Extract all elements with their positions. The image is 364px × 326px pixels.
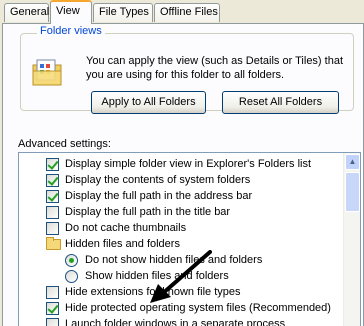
folder-views-title: Folder views (37, 25, 105, 37)
annotation-arrow-icon (150, 250, 212, 303)
tab-offline-files[interactable]: Offline Files (154, 3, 220, 22)
list-item-label: Display the full path in the title bar (65, 206, 231, 218)
tab-strip: General View File Types Offline Files (0, 0, 364, 24)
advanced-settings-label: Advanced settings: (18, 138, 111, 150)
list-item[interactable]: Display the contents of system folders (19, 172, 339, 188)
list-item-label: Do not cache thumbnails (65, 222, 187, 234)
reset-all-folders-button[interactable]: Reset All Folders (222, 91, 339, 114)
radio-button[interactable] (65, 254, 78, 267)
checkbox[interactable] (46, 206, 59, 219)
checkbox[interactable] (46, 190, 59, 203)
scrollbar-thumb[interactable] (345, 172, 360, 212)
tab-general[interactable]: General (4, 3, 49, 22)
list-item[interactable]: Display simple folder view in Explorer's… (19, 156, 339, 172)
scroll-up-arrow-icon[interactable]: ▲ (345, 154, 360, 170)
checkbox[interactable] (46, 302, 59, 315)
checkbox[interactable] (46, 174, 59, 187)
apply-to-all-folders-button[interactable]: Apply to All Folders (91, 91, 206, 114)
tab-view[interactable]: View (50, 0, 92, 24)
list-item[interactable]: Launch folder windows in a separate proc… (19, 316, 339, 326)
radio-button[interactable] (65, 270, 78, 283)
checkbox[interactable] (46, 158, 59, 171)
list-item-label: Launch folder windows in a separate proc… (65, 318, 286, 326)
list-item-label: Display the full path in the address bar (65, 190, 253, 202)
list-item-label: Display the contents of system folders (65, 174, 251, 186)
list-item[interactable]: Display the full path in the title bar (19, 204, 339, 220)
checkbox[interactable] (46, 286, 59, 299)
list-item[interactable]: Display the full path in the address bar (19, 188, 339, 204)
tab-file-types[interactable]: File Types (93, 3, 153, 22)
list-item[interactable]: Do not cache thumbnails (19, 220, 339, 236)
list-item-label: Display simple folder view in Explorer's… (65, 158, 312, 170)
checkbox[interactable] (46, 222, 59, 235)
folder-views-group: You can apply the view (such as Details … (20, 33, 354, 114)
folder-views-description: You can apply the view (such as Details … (86, 55, 344, 81)
vertical-scrollbar[interactable]: ▲ (343, 153, 360, 326)
checkbox[interactable] (46, 318, 59, 326)
folder-icon (46, 237, 61, 250)
folder-views-icon (32, 59, 62, 86)
